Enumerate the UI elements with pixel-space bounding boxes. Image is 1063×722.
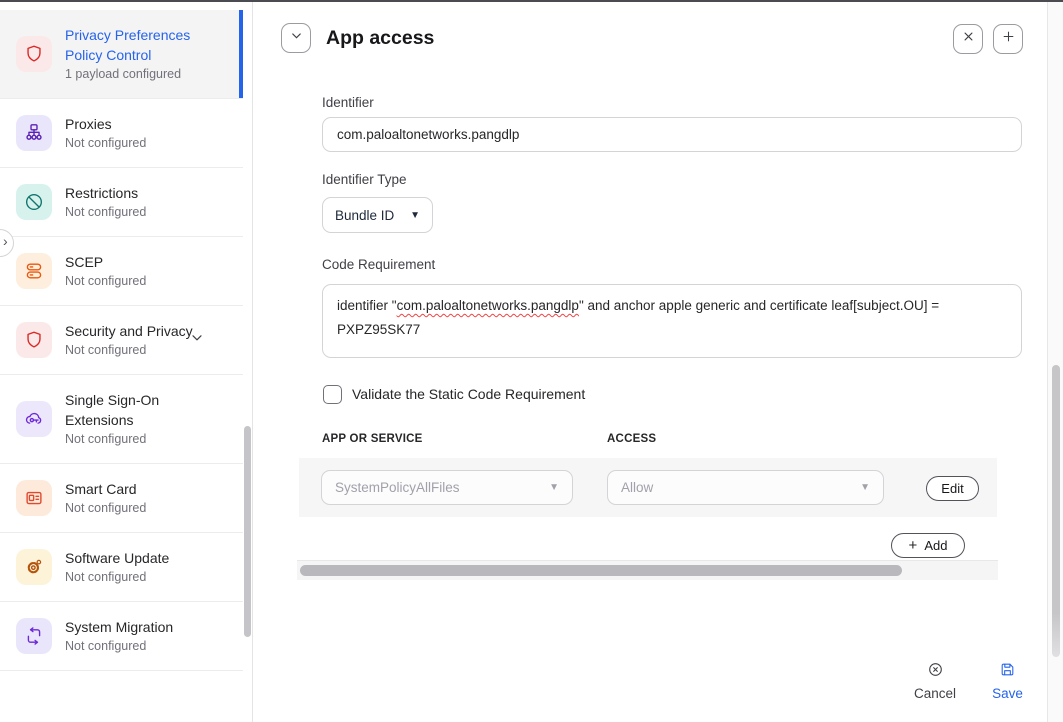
payload-item-label: Restrictions: [65, 183, 146, 203]
payload-item-label: SCEP: [65, 252, 146, 272]
code-requirement-label: Code Requirement: [322, 257, 435, 272]
access-select[interactable]: Allow ▼: [607, 470, 884, 505]
code-requirement-textarea[interactable]: identifier "com.paloaltonetworks.pangdlp…: [322, 284, 1022, 358]
smart-card-icon: [16, 480, 52, 516]
sidebar-item-scep[interactable]: SCEPNot configured: [0, 237, 243, 306]
payload-item-status: Not configured: [65, 272, 146, 290]
sidebar-item-security-and-privacy[interactable]: Security and PrivacyNot configured: [0, 306, 243, 375]
sidebar-item-system-migration[interactable]: System MigrationNot configured: [0, 602, 243, 671]
plus-icon: [1001, 29, 1016, 49]
prohibition-icon: [16, 184, 52, 220]
dropdown-caret-icon: ▼: [860, 482, 870, 493]
dropdown-caret-icon: ▼: [410, 210, 420, 221]
cloud-key-icon: [16, 401, 52, 437]
validate-static-code-label: Validate the Static Code Requirement: [352, 386, 585, 402]
payload-item-status: Not configured: [65, 341, 193, 359]
column-header-access: ACCESS: [607, 433, 656, 445]
payload-item-status: Not configured: [65, 637, 173, 655]
payload-sidebar: Privacy Preferences Policy Control1 payl…: [0, 2, 253, 722]
plus-icon: +: [909, 537, 918, 554]
sidebar-item-privacy-preferences-policy-control[interactable]: Privacy Preferences Policy Control1 payl…: [0, 10, 243, 99]
sidebar-item-restrictions[interactable]: RestrictionsNot configured: [0, 168, 243, 237]
identifier-type-label: Identifier Type: [322, 172, 407, 187]
section-title: App access: [326, 27, 434, 50]
sidebar-scrollbar-thumb[interactable]: [244, 426, 251, 637]
code-requirement-flagged-text: com.paloaltonetworks.pangdlp: [397, 298, 579, 313]
sidebar-item-smart-card[interactable]: Smart CardNot configured: [0, 464, 243, 533]
identifier-type-select[interactable]: Bundle ID ▼: [322, 197, 433, 233]
gear-icon: [16, 549, 52, 585]
add-row-label: Add: [924, 538, 947, 553]
identifier-type-value: Bundle ID: [335, 208, 394, 223]
save-floppy-icon: [999, 661, 1016, 683]
code-requirement-text: identifier ": [337, 298, 397, 313]
payload-item-status: Not configured: [65, 203, 146, 221]
chevron-down-icon[interactable]: [189, 330, 205, 351]
payload-list: Privacy Preferences Policy Control1 payl…: [0, 2, 243, 671]
network-proxy-icon: [16, 115, 52, 151]
payload-item-status: Not configured: [65, 430, 205, 448]
server-stack-icon: [16, 253, 52, 289]
payload-item-status: 1 payload configured: [65, 65, 205, 83]
dropdown-caret-icon: ▼: [549, 482, 559, 493]
save-button[interactable]: Save: [980, 661, 1035, 701]
sidebar-item-proxies[interactable]: ProxiesNot configured: [0, 99, 243, 168]
table-horizontal-scrollbar: [297, 560, 998, 580]
add-row-button[interactable]: + Add: [891, 533, 965, 558]
access-value: Allow: [621, 480, 653, 495]
payload-item-label: Single Sign-On Extensions: [65, 390, 205, 430]
shield-icon: [16, 36, 52, 72]
payload-item-label: Smart Card: [65, 479, 146, 499]
collapse-section-button[interactable]: [281, 23, 311, 53]
cancel-label: Cancel: [914, 686, 956, 701]
payload-item-label: Software Update: [65, 548, 169, 568]
cancel-button[interactable]: Cancel: [905, 661, 965, 701]
sidebar-item-single-sign-on-extensions[interactable]: Single Sign-On ExtensionsNot configured: [0, 375, 243, 464]
validate-static-code-checkbox[interactable]: [323, 385, 342, 404]
app-access-panel: App access Identifier Identifier Type Bu…: [253, 2, 1047, 722]
cancel-circle-x-icon: [927, 661, 944, 683]
transfer-arrows-icon: [16, 618, 52, 654]
identifier-label: Identifier: [322, 95, 374, 110]
sidebar-item-software-update[interactable]: Software UpdateNot configured: [0, 533, 243, 602]
app-or-service-select[interactable]: SystemPolicyAllFiles ▼: [321, 470, 573, 505]
vertical-scrollbar-thumb[interactable]: [1052, 365, 1060, 657]
close-icon: [961, 29, 976, 49]
remove-section-button[interactable]: [953, 24, 983, 54]
payload-item-status: Not configured: [65, 568, 169, 586]
payload-item-status: Not configured: [65, 134, 146, 152]
payload-item-status: Not configured: [65, 499, 146, 517]
payload-item-label: Privacy Preferences Policy Control: [65, 25, 205, 65]
horizontal-scrollbar-thumb[interactable]: [300, 565, 902, 576]
identifier-input[interactable]: [322, 117, 1022, 152]
shield-icon: [16, 322, 52, 358]
chevron-down-icon: [289, 28, 304, 48]
save-label: Save: [992, 686, 1023, 701]
payload-item-label: Proxies: [65, 114, 146, 134]
payload-item-label: Security and Privacy: [65, 321, 193, 341]
window-vertical-scrollbar: [1047, 2, 1063, 722]
chevron-right-icon: ›: [3, 233, 8, 249]
app-or-service-value: SystemPolicyAllFiles: [335, 480, 460, 495]
payload-item-label: System Migration: [65, 617, 173, 637]
payload-editor-window: Privacy Preferences Policy Control1 payl…: [0, 0, 1063, 722]
column-header-app-or-service: APP OR SERVICE: [322, 433, 423, 445]
add-section-button[interactable]: [993, 24, 1023, 54]
edit-row-button[interactable]: Edit: [926, 476, 979, 501]
